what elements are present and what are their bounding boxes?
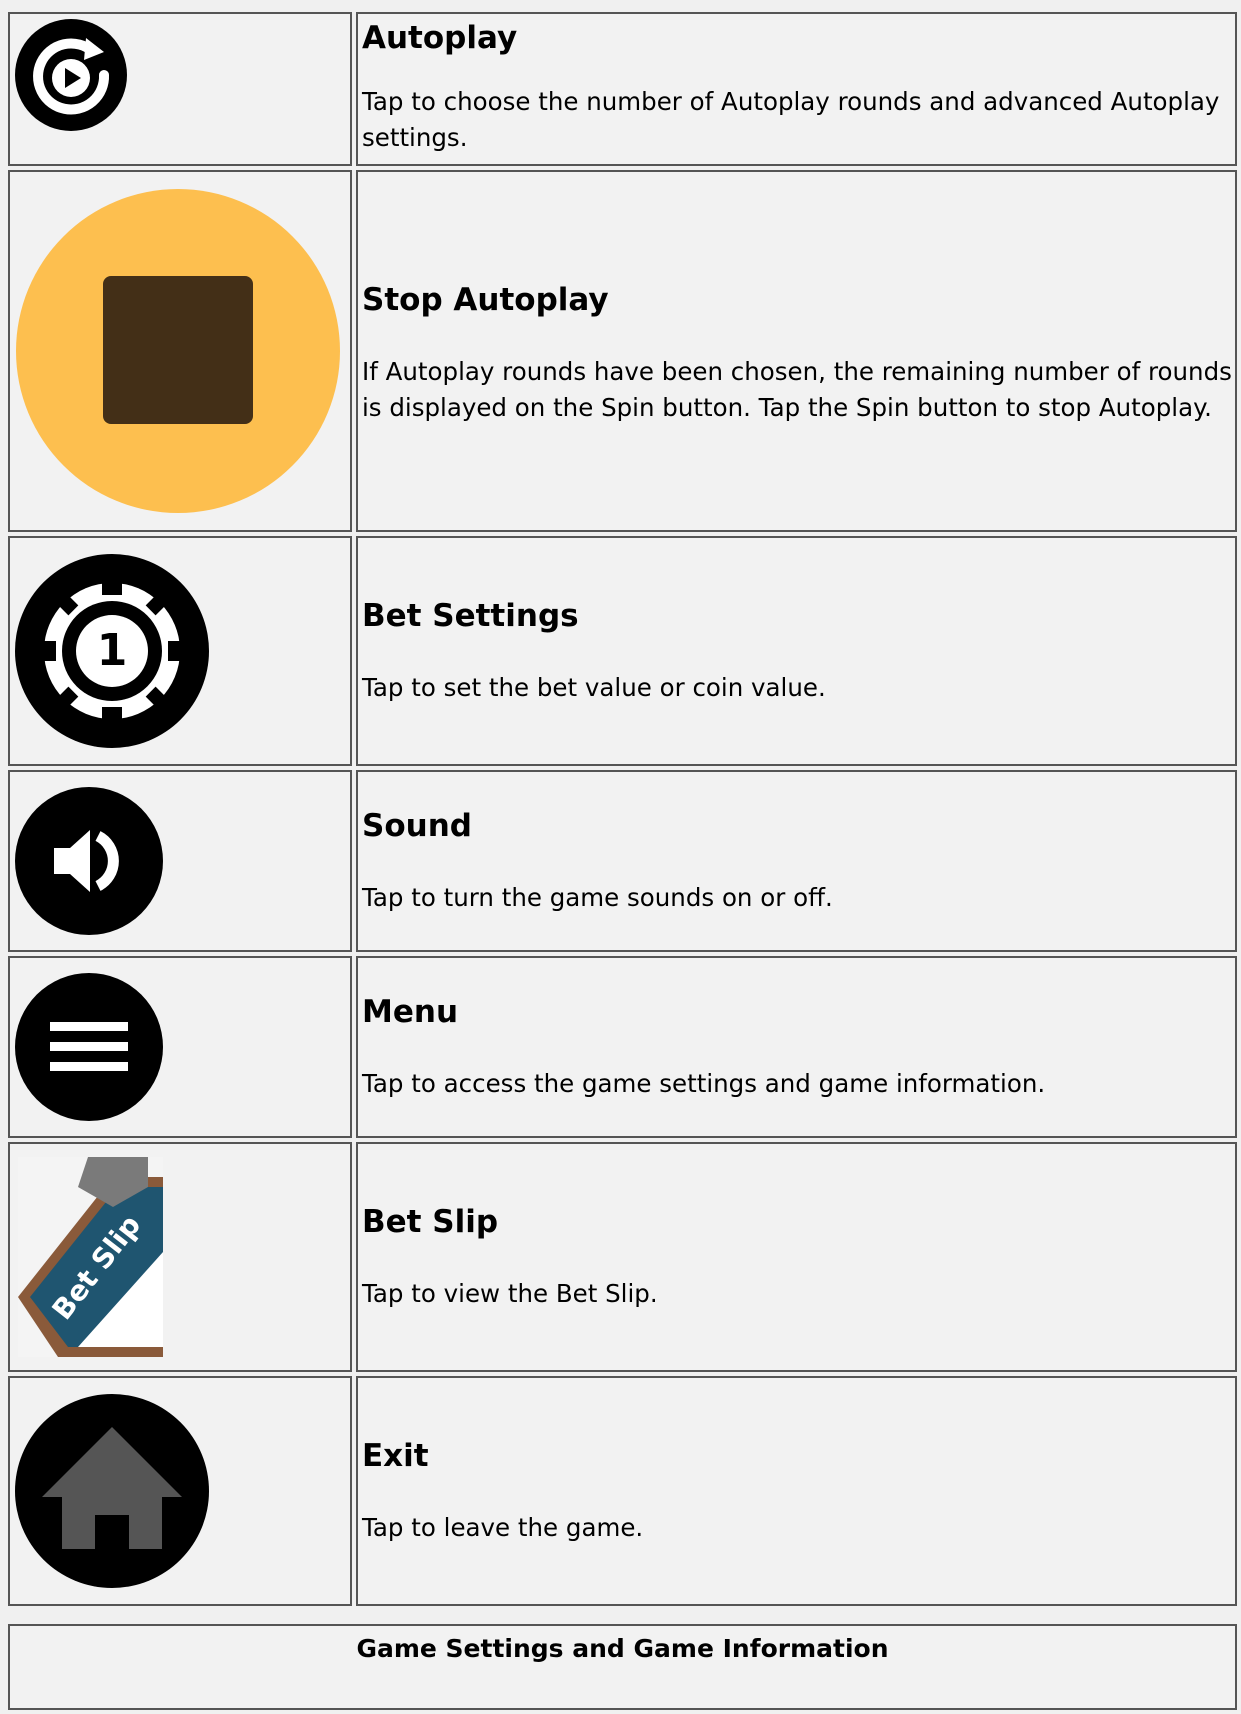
section-heading: Game Settings and Game Information [356,1634,889,1663]
description-cell: Stop Autoplay If Autoplay rounds have be… [356,170,1237,532]
icon-cell [8,12,352,166]
row-title: Stop Autoplay [362,282,609,318]
table-row: Bet Slip Bet Slip Tap to view the Bet Sl… [8,1142,1237,1372]
icon-cell [8,956,352,1138]
chip-icon: 1 [15,554,209,748]
icon-cell [8,170,352,532]
icon-cell: Bet Slip [8,1142,352,1372]
row-description: Tap to set the bet value or coin value. [362,673,826,702]
description-cell: Exit Tap to leave the game. [356,1376,1237,1606]
description-cell: Autoplay Tap to choose the number of Aut… [356,12,1237,166]
icon-cell [8,1376,352,1606]
section-header-table: Game Settings and Game Information [4,1620,1241,1714]
menu-icon [15,973,163,1121]
table-row: Exit Tap to leave the game. [8,1376,1237,1606]
description-cell: Bet Slip Tap to view the Bet Slip. [356,1142,1237,1372]
row-title: Sound [362,808,472,844]
stop-icon [16,189,340,513]
row-title: Exit [362,1438,429,1474]
table-row: Autoplay Tap to choose the number of Aut… [8,12,1237,166]
bet-slip-icon: Bet Slip [18,1157,163,1357]
row-description: If Autoplay rounds have been chosen, the… [362,357,1232,422]
description-cell: Sound Tap to turn the game sounds on or … [356,770,1237,952]
row-title: Menu [362,994,459,1030]
row-description: Tap to access the game settings and game… [362,1069,1046,1098]
description-cell: Bet Settings Tap to set the bet value or… [356,536,1237,766]
icon-cell: 1 [8,536,352,766]
table-row: Game Settings and Game Information [8,1624,1237,1710]
sound-icon [15,787,163,935]
svg-text:1: 1 [97,625,128,676]
row-title: Bet Slip [362,1204,499,1240]
table-row: 1 Bet Settings Tap to set the bet value … [8,536,1237,766]
table-row: Stop Autoplay If Autoplay rounds have be… [8,170,1237,532]
controls-table: Autoplay Tap to choose the number of Aut… [4,8,1241,1610]
row-description: Tap to choose the number of Autoplay rou… [362,87,1220,152]
row-description: Tap to turn the game sounds on or off. [362,883,833,912]
autoplay-icon [15,19,127,131]
icon-cell [8,770,352,952]
table-row: Sound Tap to turn the game sounds on or … [8,770,1237,952]
section-header-cell: Game Settings and Game Information [8,1624,1237,1710]
row-title: Autoplay [362,20,518,56]
description-cell: Menu Tap to access the game settings and… [356,956,1237,1138]
row-description: Tap to leave the game. [362,1513,644,1542]
table-row: Menu Tap to access the game settings and… [8,956,1237,1138]
row-title: Bet Settings [362,598,579,634]
home-icon [15,1394,209,1588]
row-description: Tap to view the Bet Slip. [362,1279,658,1308]
